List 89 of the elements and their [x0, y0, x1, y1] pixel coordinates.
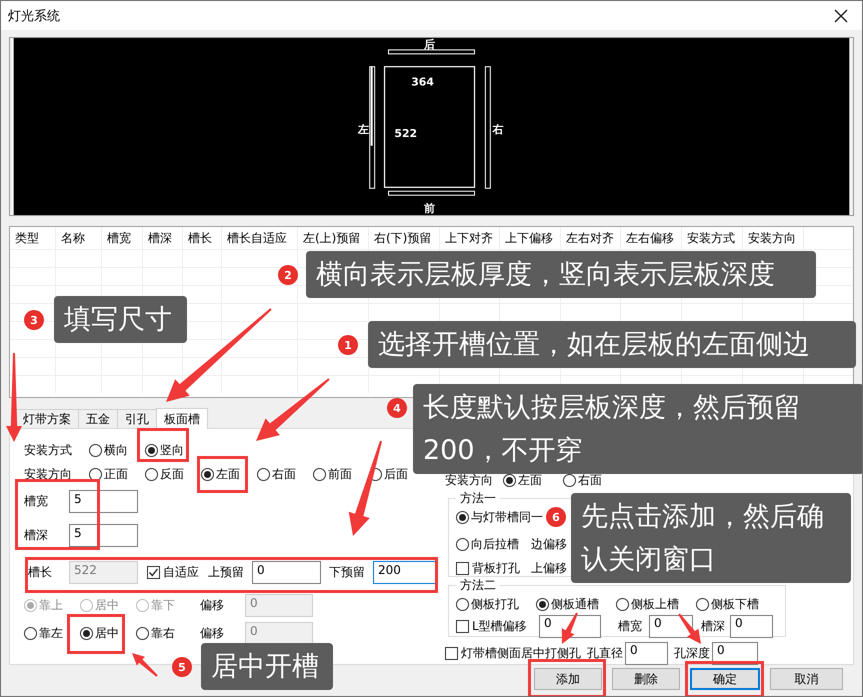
- input-field[interactable]: 200: [373, 561, 438, 584]
- field-label: 槽深: [701, 618, 726, 634]
- field-label: 偏移: [200, 597, 225, 614]
- radio-button[interactable]: 横向: [89, 442, 128, 458]
- highlight-frame: [137, 428, 189, 462]
- field-label: 孔直径: [587, 644, 624, 662]
- input-field[interactable]: 0: [539, 614, 601, 638]
- checkbox[interactable]: 灯带槽侧面居中打侧孔: [445, 644, 587, 662]
- input-field[interactable]: 0: [625, 642, 668, 664]
- column-header[interactable]: 上下对齐: [440, 227, 500, 249]
- field-label: 槽宽: [24, 493, 49, 510]
- radio-button[interactable]: 右面: [257, 466, 296, 482]
- field-label: 偏移: [200, 625, 225, 642]
- dialog-button[interactable]: 确定: [690, 668, 760, 690]
- column-header[interactable]: 右(下)预留: [369, 227, 440, 249]
- field-label: 槽宽: [618, 618, 643, 634]
- radio-button[interactable]: 侧板下槽: [696, 596, 776, 612]
- highlight-frame: [67, 614, 125, 654]
- callout: 横向表示层板厚度，竖向表示层板深度: [306, 251, 816, 298]
- column-header[interactable]: 类型: [10, 227, 56, 249]
- input-field[interactable]: 0: [649, 614, 693, 638]
- group-title: 方法一: [459, 490, 497, 507]
- column-header[interactable]: 槽长: [183, 227, 222, 249]
- radio-button[interactable]: 侧板上槽: [616, 596, 696, 612]
- column-header[interactable]: 左右偏移: [621, 227, 682, 249]
- side-label: 右: [492, 122, 504, 136]
- column-header[interactable]: 左(上)预留: [298, 227, 369, 249]
- arrow: [132, 653, 158, 677]
- callout: 选择开槽位置，如在层板的左面侧边: [368, 321, 856, 368]
- side-label: 前: [424, 202, 436, 216]
- radio-button[interactable]: 正面: [89, 466, 128, 482]
- radio-button[interactable]: 侧板通槽: [536, 596, 616, 612]
- radio-button[interactable]: 竖向: [145, 442, 184, 458]
- dialog-button[interactable]: 添加: [534, 668, 602, 690]
- checkbox[interactable]: 自适应: [147, 564, 208, 581]
- column-header[interactable]: 名称: [56, 227, 102, 249]
- column-header[interactable]: 槽宽: [102, 227, 143, 249]
- column-header[interactable]: 槽深: [143, 227, 183, 249]
- column-header[interactable]: 左右对齐: [561, 227, 621, 249]
- field-label: 孔深度: [674, 644, 711, 662]
- step-number: 4: [387, 398, 407, 418]
- input-field[interactable]: 0: [252, 561, 321, 584]
- window-title: 灯光系统: [8, 8, 60, 24]
- column-header[interactable]: 安装方式: [682, 227, 743, 249]
- radio-button[interactable]: 反面: [145, 466, 184, 482]
- callout: 填写尺寸: [54, 296, 187, 343]
- check-icon: [148, 567, 159, 578]
- field-label: 边偏移: [531, 536, 568, 553]
- column-header[interactable]: 上下偏移: [500, 227, 561, 249]
- dimension-label: 522: [394, 126, 418, 140]
- radio-button[interactable]: 靠右: [136, 625, 192, 642]
- close-icon[interactable]: [834, 8, 848, 22]
- checkbox[interactable]: L型槽偏移: [456, 618, 539, 634]
- radio-button[interactable]: 侧板打孔: [456, 596, 536, 612]
- radio-button[interactable]: 左面: [201, 466, 240, 482]
- radio-button[interactable]: 前面: [313, 466, 352, 482]
- highlight-frame: [197, 456, 248, 493]
- field-label: 安装方向: [445, 472, 494, 488]
- radio-button[interactable]: 靠左: [24, 625, 80, 642]
- field-label: 下预留: [329, 564, 366, 581]
- callout: 居中开槽: [201, 643, 333, 690]
- arrow: [562, 612, 578, 644]
- input-field[interactable]: 5: [69, 490, 138, 513]
- arrow: [678, 613, 701, 644]
- radio-button[interactable]: 居中: [80, 625, 136, 642]
- dialog-button[interactable]: 取消: [770, 668, 843, 690]
- checkbox[interactable]: 背板打孔: [456, 560, 531, 577]
- field-label: 槽长: [28, 564, 53, 581]
- field-label: 安装方式: [24, 442, 73, 458]
- side-label: 后: [424, 38, 436, 51]
- callout: 先点击添加，然后确认关闭窗口: [571, 493, 851, 583]
- field-label: 上预留: [208, 564, 245, 581]
- callout: 长度默认按层板深度，然后预留200，不开穿: [413, 384, 862, 474]
- field-label: 安装方向: [24, 466, 73, 482]
- side-label: 左: [358, 122, 369, 136]
- radio-button[interactable]: 向后拉槽: [456, 536, 531, 553]
- group-title: 方法二: [459, 577, 497, 594]
- dimension-label: 364: [411, 75, 434, 88]
- input-field[interactable]: 5: [69, 524, 138, 547]
- column-header[interactable]: 安装方向: [743, 227, 804, 249]
- column-header[interactable]: 槽长自适应: [222, 227, 298, 249]
- step-number: 5: [172, 657, 192, 677]
- tab[interactable]: 灯带方案: [15, 409, 79, 428]
- tab[interactable]: 板面槽: [156, 408, 208, 429]
- dialog-button[interactable]: 删除: [612, 668, 680, 690]
- field-label: 槽深: [24, 527, 49, 544]
- radio-button[interactable]: 与灯带槽同一: [456, 508, 543, 526]
- field-label: 上偏移: [531, 560, 568, 577]
- input-field[interactable]: 0: [730, 614, 773, 638]
